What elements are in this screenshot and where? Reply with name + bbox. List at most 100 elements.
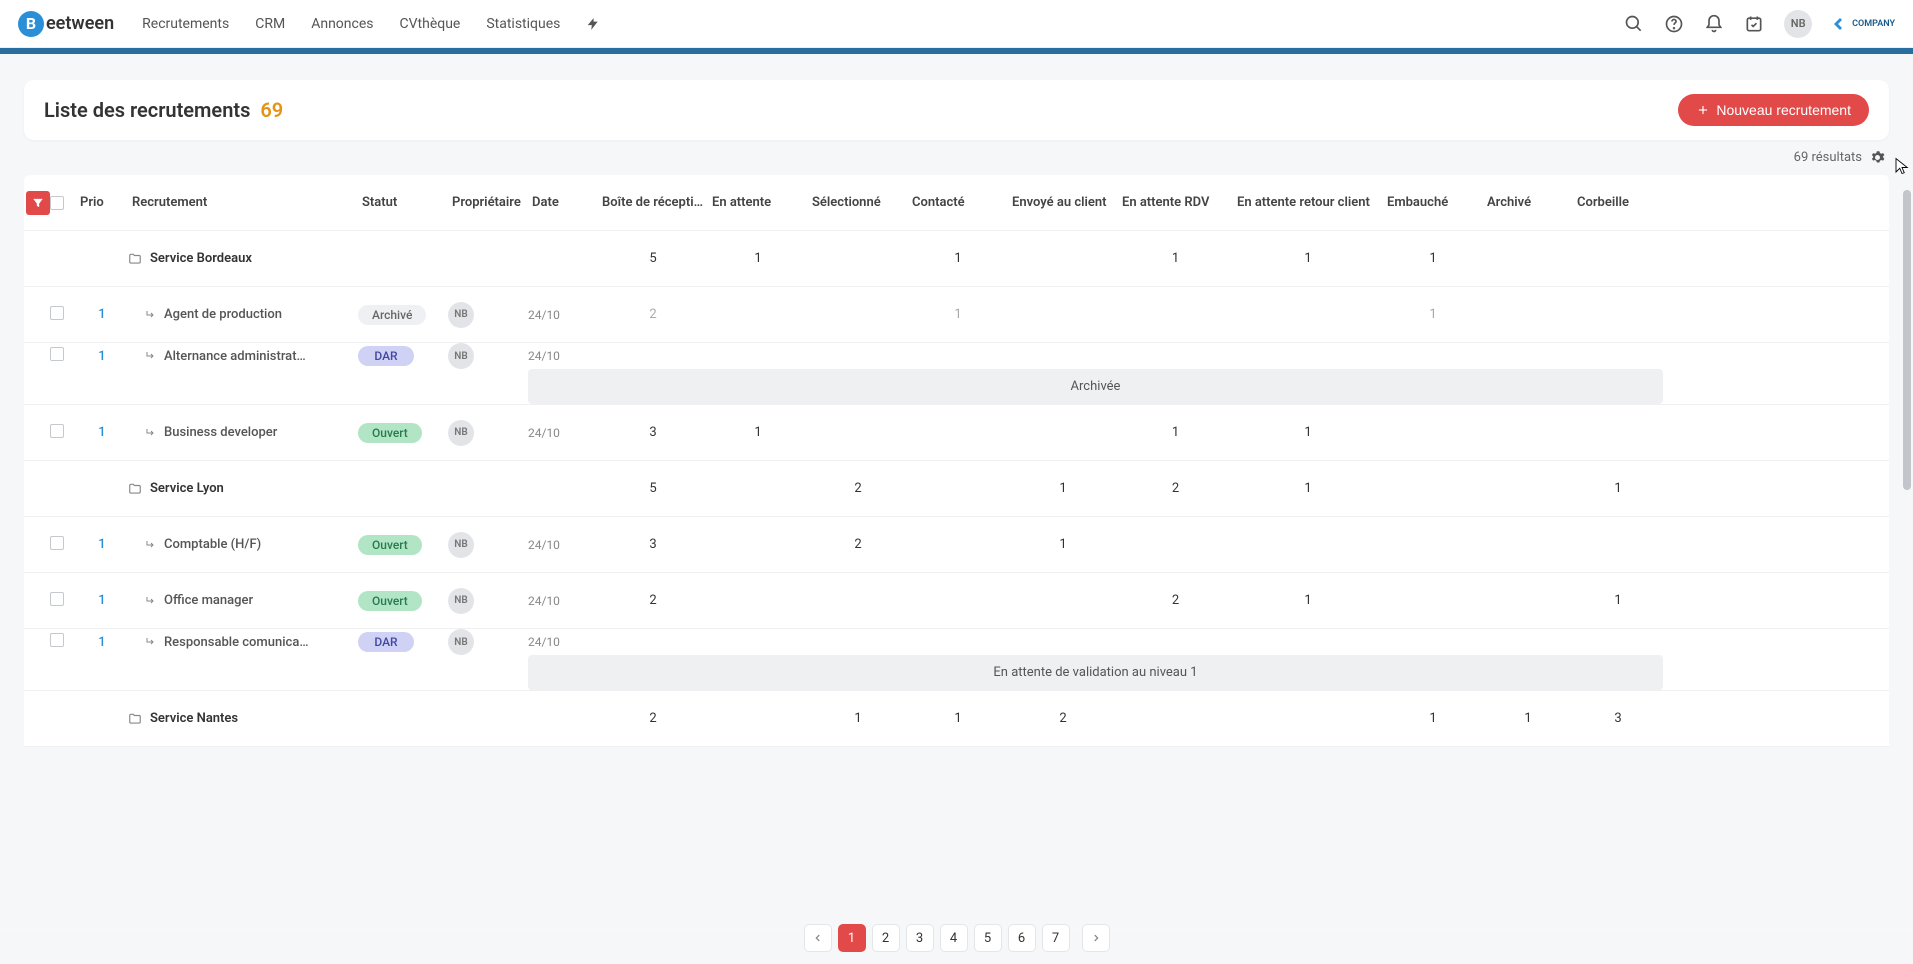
- nav-link-crm[interactable]: CRM: [255, 16, 285, 32]
- row-recruitment[interactable]: Service Bordeaux: [128, 251, 358, 266]
- calendar-icon[interactable]: [1744, 14, 1764, 34]
- company-logo[interactable]: COMPANY: [1832, 16, 1895, 32]
- nav-link-cvthèque[interactable]: CVthèque: [400, 16, 461, 32]
- scrollbar[interactable]: [1901, 70, 1911, 914]
- row-checkbox[interactable]: [50, 592, 64, 606]
- cell-selectionne: 2: [808, 481, 908, 496]
- owner-avatar[interactable]: NB: [448, 532, 474, 558]
- cell-corbeille: 1: [1573, 593, 1663, 608]
- row-checkbox[interactable]: [50, 536, 64, 550]
- bell-icon[interactable]: [1704, 14, 1724, 34]
- row-checkbox[interactable]: [50, 306, 64, 320]
- row-owner: NB: [448, 343, 528, 369]
- row-status: Ouvert: [358, 423, 448, 443]
- table-row[interactable]: 1Office managerOuvertNB24/102211: [24, 573, 1889, 629]
- col-boite[interactable]: Boîte de réception: [598, 195, 708, 210]
- col-corbeille[interactable]: Corbeille: [1573, 195, 1663, 210]
- row-date: 24/10: [528, 426, 598, 440]
- scrollbar-thumb[interactable]: [1903, 190, 1911, 490]
- nav-link-statistiques[interactable]: Statistiques: [486, 16, 560, 32]
- page-5[interactable]: 5: [974, 924, 1002, 952]
- row-checkbox[interactable]: [50, 424, 64, 438]
- page-3[interactable]: 3: [906, 924, 934, 952]
- row-prio: 1: [76, 307, 128, 322]
- col-retour[interactable]: En attente retour client: [1233, 195, 1383, 210]
- table-row[interactable]: 1Business developerOuvertNB24/103111: [24, 405, 1889, 461]
- row-recruitment[interactable]: Business developer: [128, 425, 358, 440]
- bolt-icon[interactable]: [586, 16, 600, 32]
- col-envoye[interactable]: Envoyé au client: [1008, 195, 1118, 210]
- row-recruitment[interactable]: Responsable comunica…: [128, 635, 358, 650]
- status-badge: Ouvert: [358, 535, 422, 555]
- child-arrow-icon: [144, 636, 156, 648]
- row-recruitment[interactable]: Office manager: [128, 593, 358, 608]
- row-recruitment[interactable]: Service Lyon: [128, 481, 358, 496]
- row-recruitment[interactable]: Alternance administrat…: [128, 349, 358, 364]
- row-date: 24/10: [528, 635, 598, 649]
- col-rdv[interactable]: En attente RDV: [1118, 195, 1233, 210]
- page-4[interactable]: 4: [940, 924, 968, 952]
- col-attente[interactable]: En attente: [708, 195, 808, 210]
- user-avatar[interactable]: NB: [1784, 10, 1812, 38]
- new-recruitment-button[interactable]: Nouveau recrutement: [1678, 94, 1869, 126]
- cell-rdv: 1: [1118, 425, 1233, 440]
- help-icon[interactable]: [1664, 14, 1684, 34]
- col-contacte[interactable]: Contacté: [908, 195, 1008, 210]
- page-6[interactable]: 6: [1008, 924, 1036, 952]
- col-date[interactable]: Date: [528, 195, 598, 210]
- cell-envoye: 1: [1008, 481, 1118, 496]
- col-recrutement[interactable]: Recrutement: [128, 195, 358, 210]
- page-2[interactable]: 2: [872, 924, 900, 952]
- table-row[interactable]: Service Bordeaux511111: [24, 231, 1889, 287]
- folder-icon: [128, 252, 142, 266]
- logo[interactable]: B eetween: [18, 11, 114, 37]
- owner-avatar[interactable]: NB: [448, 343, 474, 369]
- table-row[interactable]: Service Nantes2112113: [24, 691, 1889, 747]
- table-row[interactable]: 1Comptable (H/F)OuvertNB24/10321: [24, 517, 1889, 573]
- owner-avatar[interactable]: NB: [448, 302, 474, 328]
- page-prev[interactable]: [804, 924, 832, 952]
- row-checkbox[interactable]: [50, 633, 64, 647]
- table-row[interactable]: 1Agent de productionArchivéNB24/10211: [24, 287, 1889, 343]
- recruitments-table: Prio Recrutement Statut Propriétaire Dat…: [24, 175, 1889, 747]
- page-1[interactable]: 1: [838, 924, 866, 952]
- col-proprietaire[interactable]: Propriétaire: [448, 195, 528, 210]
- table-row[interactable]: 1Alternance administrat…DARNB24/10Archiv…: [24, 343, 1889, 405]
- row-checkbox[interactable]: [50, 347, 64, 361]
- col-archive[interactable]: Archivé: [1483, 195, 1573, 210]
- page-next[interactable]: [1082, 924, 1110, 952]
- owner-avatar[interactable]: NB: [448, 629, 474, 655]
- nav-link-recrutements[interactable]: Recrutements: [142, 16, 229, 32]
- select-all-checkbox[interactable]: [50, 196, 64, 210]
- row-recruitment[interactable]: Service Nantes: [128, 711, 358, 726]
- col-statut[interactable]: Statut: [358, 195, 448, 210]
- row-recruitment[interactable]: Comptable (H/F): [128, 537, 358, 552]
- row-owner: NB: [448, 532, 528, 558]
- col-embauche[interactable]: Embauché: [1383, 195, 1483, 210]
- col-prio[interactable]: Prio: [76, 195, 128, 210]
- row-prio: 1: [76, 593, 128, 608]
- table-row[interactable]: 1Responsable comunica…DARNB24/10En atten…: [24, 629, 1889, 691]
- page-7[interactable]: 7: [1042, 924, 1070, 952]
- gear-icon[interactable]: [1870, 150, 1885, 165]
- cell-embauche: 1: [1383, 307, 1483, 322]
- results-bar: 69 résultats: [24, 140, 1889, 175]
- row-owner: NB: [448, 420, 528, 446]
- search-icon[interactable]: [1624, 14, 1644, 34]
- cell-retour: 1: [1233, 481, 1383, 496]
- row-status: DAR: [358, 346, 448, 366]
- owner-avatar[interactable]: NB: [448, 420, 474, 446]
- row-date: 24/10: [528, 538, 598, 552]
- owner-avatar[interactable]: NB: [448, 588, 474, 614]
- cell-boite: 3: [598, 537, 708, 552]
- nav-link-annonces[interactable]: Annonces: [311, 16, 373, 32]
- table-row[interactable]: Service Lyon521211: [24, 461, 1889, 517]
- cell-envoye: 1: [1008, 537, 1118, 552]
- cell-boite: 3: [598, 425, 708, 440]
- cell-attente: 1: [708, 425, 808, 440]
- row-recruitment[interactable]: Agent de production: [128, 307, 358, 322]
- row-label: Responsable comunica…: [164, 635, 309, 650]
- filter-icon[interactable]: [26, 191, 50, 215]
- page-title: Liste des recrutements: [44, 98, 250, 122]
- col-selectionne[interactable]: Sélectionné: [808, 195, 908, 210]
